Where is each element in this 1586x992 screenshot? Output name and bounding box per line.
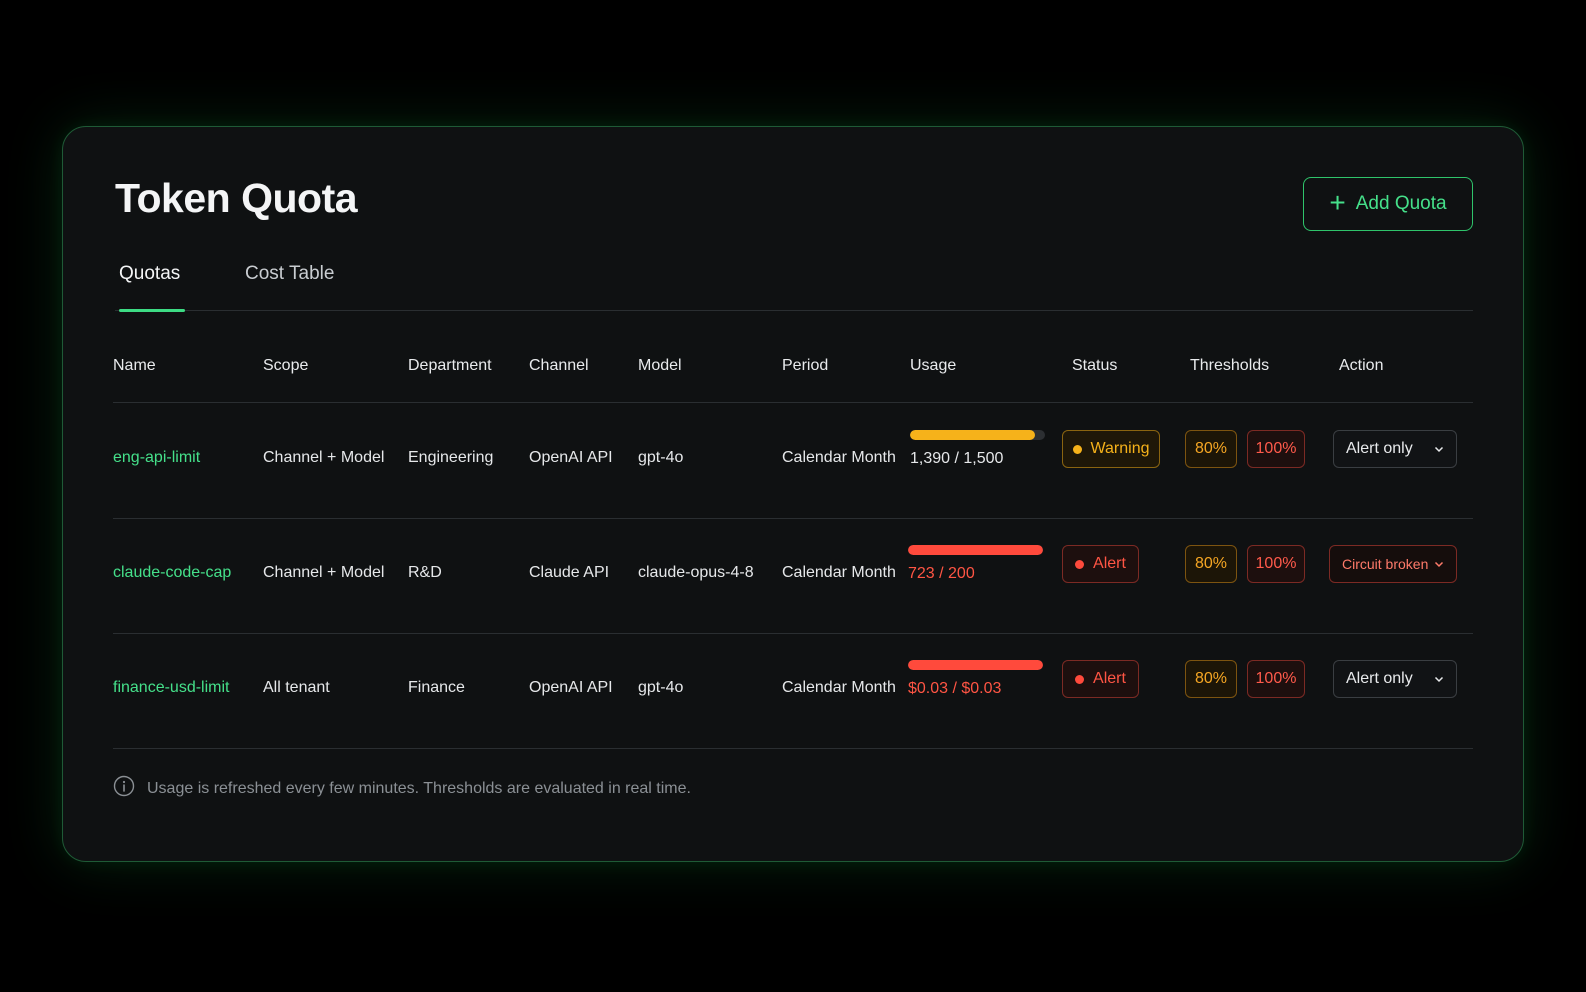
page-title: Token Quota <box>115 175 358 221</box>
action-select-value: Alert only <box>1346 440 1413 457</box>
add-quota-button[interactable]: + Add Quota <box>1303 177 1473 231</box>
column-header-usage: Usage <box>910 357 957 374</box>
usage-text: 723 / 200 <box>908 565 975 582</box>
threshold-badge-100: 100% <box>1247 430 1305 468</box>
usage-bar-track <box>910 430 1045 440</box>
quota-department: Engineering <box>408 449 494 466</box>
status-badge: Alert <box>1062 545 1139 583</box>
quota-period: Calendar Month <box>782 564 896 581</box>
chevron-down-icon <box>1434 674 1444 684</box>
threshold-badge-80: 80% <box>1185 660 1237 698</box>
quota-model: claude-opus-4-8 <box>638 564 754 581</box>
action-select-value: Circuit broken <box>1342 556 1429 572</box>
table-row: claude-code-cap Channel + Model R&D Clau… <box>113 519 1473 634</box>
column-header-status: Status <box>1072 357 1118 374</box>
quota-channel: Claude API <box>529 564 610 581</box>
tab-quotas[interactable]: Quotas <box>119 263 180 285</box>
chevron-down-icon <box>1434 444 1444 454</box>
tab-bar: Quotas Cost Table <box>115 257 1473 312</box>
add-quota-label: Add Quota <box>1355 193 1447 214</box>
table-header: Name Scope Department Channel Model Peri… <box>113 349 1473 403</box>
column-header-thresholds: Thresholds <box>1190 357 1270 374</box>
usage-text: $0.03 / $0.03 <box>908 680 1002 697</box>
quota-period: Calendar Month <box>782 449 896 466</box>
status-dot-icon <box>1075 674 1085 684</box>
plus-icon: + <box>1329 187 1346 218</box>
threshold-badge-100: 100% <box>1247 660 1305 698</box>
threshold-badge-80: 80% <box>1185 545 1237 583</box>
action-select[interactable]: Alert only <box>1333 660 1457 698</box>
quota-name[interactable]: claude-code-cap <box>113 564 231 582</box>
usage-bar-fill <box>910 430 1036 440</box>
usage-meter: $0.03 / $0.03 <box>908 660 1043 698</box>
table-row: finance-usd-limit All tenant Finance Ope… <box>113 634 1473 749</box>
usage-meter: 1,390 / 1,500 <box>910 430 1045 468</box>
usage-text: 1,390 / 1,500 <box>910 450 1004 467</box>
action-select-value: Alert only <box>1346 670 1413 687</box>
status-badge: Warning <box>1062 430 1160 468</box>
column-header-period: Period <box>782 357 829 374</box>
footer-note: Usage is refreshed every few minutes. Th… <box>113 775 691 802</box>
status-label: Warning <box>1090 440 1150 457</box>
tab-cost-table[interactable]: Cost Table <box>245 263 334 285</box>
quota-name[interactable]: eng-api-limit <box>113 449 200 467</box>
quota-model: gpt-4o <box>638 449 684 466</box>
status-badge: Alert <box>1062 660 1139 698</box>
quota-channel: OpenAI API <box>529 449 613 466</box>
table-row: eng-api-limit Channel + Model Engineerin… <box>113 404 1473 519</box>
column-header-action: Action <box>1339 357 1384 374</box>
column-header-channel: Channel <box>529 357 589 374</box>
column-header-model: Model <box>638 357 682 374</box>
quota-scope: Channel + Model <box>263 449 385 466</box>
active-tab-indicator <box>119 309 185 312</box>
quota-channel: OpenAI API <box>529 679 613 696</box>
action-select[interactable]: Alert only <box>1333 430 1457 468</box>
chevron-down-icon <box>1434 559 1444 569</box>
quota-department: R&D <box>408 564 442 581</box>
quota-scope: Channel + Model <box>263 564 385 581</box>
column-header-name: Name <box>113 357 156 374</box>
quota-scope: All tenant <box>263 679 330 696</box>
usage-bar-fill <box>908 660 1043 670</box>
threshold-badge-100: 100% <box>1247 545 1305 583</box>
usage-bar-track <box>908 660 1043 670</box>
quota-model: gpt-4o <box>638 679 684 696</box>
status-label: Alert <box>1093 670 1126 687</box>
status-dot-icon <box>1075 559 1085 569</box>
tab-cost-table-label: Cost Table <box>245 263 335 284</box>
quota-name[interactable]: finance-usd-limit <box>113 679 229 697</box>
status-label: Alert <box>1093 555 1126 572</box>
status-dot-icon <box>1072 444 1082 454</box>
column-header-department: Department <box>408 357 492 374</box>
usage-bar-track <box>908 545 1043 555</box>
column-header-scope: Scope <box>263 357 309 374</box>
quota-period: Calendar Month <box>782 679 896 696</box>
usage-meter: 723 / 200 <box>908 545 1043 583</box>
info-icon <box>113 775 135 802</box>
threshold-badge-80: 80% <box>1185 430 1237 468</box>
token-quota-card: Token Quota + Add Quota Quotas Cost Tabl… <box>62 126 1524 862</box>
quota-department: Finance <box>408 679 465 696</box>
footer-note-text: Usage is refreshed every few minutes. Th… <box>147 779 691 797</box>
usage-bar-fill <box>908 545 1043 555</box>
tab-quotas-label: Quotas <box>119 263 181 284</box>
action-select[interactable]: Circuit broken <box>1329 545 1457 583</box>
